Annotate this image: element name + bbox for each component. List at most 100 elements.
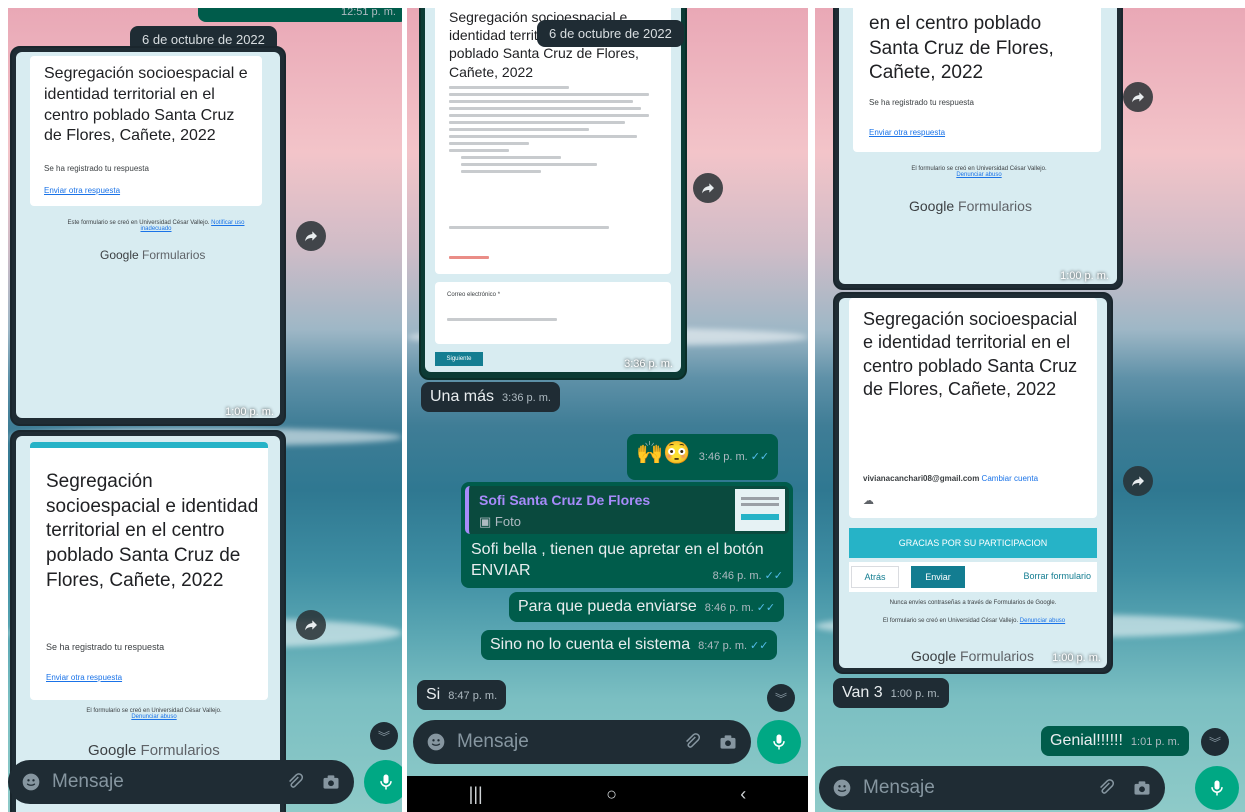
message-bubble-outgoing[interactable]: Sofi Santa Cruz De Flores ▣ Foto Sofi be…	[461, 482, 793, 588]
brand-forms: Formularios	[958, 198, 1032, 214]
chat-screenshot-3: en el centro poblado Santa Cruz de Flore…	[815, 8, 1245, 812]
form-title-tail: en el centro poblado Santa Cruz de Flore…	[869, 13, 1054, 84]
message-time: 3:36 p. m.	[624, 358, 673, 370]
message-bubble-outgoing[interactable]: Sino no lo cuenta el sistema 8:47 p. m. ✓✓	[481, 630, 778, 660]
another-response-link[interactable]: Enviar otra respuesta	[44, 186, 120, 195]
image-message[interactable]: Segregación socioespacial e identidad te…	[10, 430, 286, 812]
attach-icon[interactable]	[1095, 777, 1117, 799]
another-response-link[interactable]: Enviar otra respuesta	[46, 673, 122, 682]
image-message[interactable]: Segregación socioespacial e identidad te…	[419, 8, 687, 380]
message-composer[interactable]: Mensaje	[819, 766, 1165, 810]
message-input[interactable]: Mensaje	[863, 777, 1081, 799]
next-button[interactable]: Siguiente	[435, 352, 483, 366]
message-bubble-outgoing[interactable]: 12:51 p. m.	[198, 8, 402, 22]
form-screenshot: Segregación socioespacial e identidad te…	[16, 52, 280, 418]
emoji-icon[interactable]	[831, 777, 853, 799]
mic-icon[interactable]	[1195, 766, 1239, 810]
brand-forms: Formularios	[140, 742, 220, 759]
form-screenshot: Segregación socioespacial e identidad te…	[425, 8, 681, 372]
email-value	[447, 318, 557, 325]
message-text: Van 3	[842, 684, 883, 701]
camera-icon[interactable]	[1131, 777, 1153, 799]
emoji-icon[interactable]	[425, 731, 447, 753]
form-description	[449, 86, 649, 177]
quoted-message[interactable]: Sofi Santa Cruz De Flores ▣ Foto	[465, 486, 789, 534]
message-time: 12:51 p. m.	[340, 8, 396, 18]
chevron-down-icon[interactable]: ︾	[767, 684, 795, 712]
emoji-icon[interactable]	[20, 771, 42, 793]
camera-icon[interactable]	[320, 771, 342, 793]
chat-screenshot-2: Segregación socioespacial e identidad te…	[407, 8, 808, 812]
google-forms-logo: Google Formularios	[911, 648, 1034, 664]
nav-recents-icon[interactable]: |||	[469, 784, 483, 805]
footer-note-text: Este formulario se creó en Universidad C…	[67, 220, 210, 226]
message-bubble-incoming[interactable]: Van 3 1:00 p. m.	[833, 678, 949, 708]
forward-icon[interactable]	[693, 173, 723, 203]
message-text: Si	[426, 686, 441, 703]
account-row: vivianacanchari08@gmail.com Cambiar cuen…	[863, 474, 1038, 483]
thanks-banner: GRACIAS POR SU PARTICIPACION	[849, 528, 1097, 558]
form-footer-note: El formulario se creó en Universidad Cés…	[869, 618, 1079, 624]
attach-icon[interactable]	[681, 731, 703, 753]
forward-icon[interactable]	[296, 221, 326, 251]
message-text: Genial!!!!!!	[1050, 732, 1123, 749]
date-chip: 6 de octubre de 2022	[537, 20, 684, 47]
message-time: 1:00 p. m.	[1060, 270, 1109, 282]
forward-icon[interactable]	[1123, 82, 1153, 112]
back-button[interactable]: Atrás	[851, 566, 899, 588]
forward-icon[interactable]	[1123, 466, 1153, 496]
message-input[interactable]: Mensaje	[52, 771, 270, 793]
mic-icon[interactable]	[757, 720, 801, 764]
message-composer[interactable]: Mensaje	[8, 760, 354, 804]
switch-account-link[interactable]: Cambiar cuenta	[982, 474, 1038, 483]
form-intro-card: Segregación socioespacial e identidad te…	[849, 298, 1097, 518]
brand-google: Google	[909, 198, 955, 214]
password-warning: Nunca envíes contraseñas a través de For…	[889, 600, 1057, 606]
another-response-link[interactable]: Enviar otra respuesta	[869, 128, 945, 137]
mic-icon[interactable]	[364, 760, 402, 804]
message-bubble-outgoing[interactable]: Para que pueda enviarse 8:46 p. m. ✓✓	[509, 592, 785, 622]
form-registered-text: Se ha registrado tu respuesta	[46, 642, 165, 652]
message-time: 1:00 p. m.	[1052, 652, 1101, 664]
message-text: Para que pueda enviarse	[518, 598, 697, 615]
message-composer[interactable]: Mensaje	[413, 720, 751, 764]
send-button[interactable]: Enviar	[911, 566, 965, 588]
quote-type-label: Foto	[494, 514, 521, 529]
message-time: 8:46 p. m.	[704, 602, 754, 614]
nav-back-icon[interactable]: ‹	[740, 784, 746, 805]
image-message[interactable]: Segregación socioespacial e identidad te…	[10, 46, 286, 426]
message-bubble-incoming[interactable]: Si 8:47 p. m.	[417, 680, 507, 710]
read-ticks-icon: ✓✓	[756, 602, 776, 614]
message-time: 3:36 p. m.	[502, 392, 551, 404]
image-message[interactable]: Segregación socioespacial e identidad te…	[833, 292, 1113, 674]
message-meta: 8:46 p. m. ✓✓	[705, 566, 783, 584]
message-input[interactable]: Mensaje	[457, 731, 667, 753]
cloud-icon: ☁	[863, 495, 874, 507]
clear-form-button[interactable]: Borrar formulario	[1023, 571, 1091, 581]
email-question-card: Correo electrónico *	[435, 282, 671, 344]
message-bubble-incoming[interactable]: Una más 3:36 p. m.	[421, 382, 560, 412]
form-response-card: Segregación socioespacial e identidad te…	[30, 56, 262, 206]
report-link[interactable]: Denunciar abuso	[131, 714, 176, 720]
emoji-message: 🙌😳	[636, 440, 691, 465]
report-link[interactable]: Denunciar abuso	[1020, 618, 1065, 624]
forward-icon[interactable]	[296, 610, 326, 640]
quote-author: Sofi Santa Cruz De Flores	[479, 492, 651, 508]
camera-icon[interactable]	[717, 731, 739, 753]
attach-icon[interactable]	[284, 771, 306, 793]
form-title: Segregación socioespacial e identidad te…	[46, 471, 259, 591]
message-time: 3:46 p. m.	[698, 451, 748, 463]
chevron-down-icon[interactable]: ︾	[370, 722, 398, 750]
form-screenshot: en el centro poblado Santa Cruz de Flore…	[839, 8, 1117, 284]
message-bubble-outgoing[interactable]: 🙌😳 3:46 p. m. ✓✓	[627, 434, 779, 480]
nav-home-icon[interactable]: ○	[606, 784, 617, 805]
account-email: vivianacanchari08@gmail.com	[863, 474, 980, 483]
form-footer-note: El formulario se creó en Universidad Cés…	[54, 708, 254, 720]
image-message[interactable]: en el centro poblado Santa Cruz de Flore…	[833, 8, 1123, 290]
chevron-down-icon[interactable]: ︾	[1201, 728, 1229, 756]
report-link[interactable]: Denunciar abuso	[956, 172, 1001, 178]
message-text: Una más	[430, 388, 495, 405]
message-bubble-outgoing[interactable]: Genial!!!!!! 1:01 p. m.	[1041, 726, 1189, 756]
email-label: Correo electrónico *	[447, 292, 501, 298]
form-response-card: Segregación socioespacial e identidad te…	[30, 442, 268, 700]
